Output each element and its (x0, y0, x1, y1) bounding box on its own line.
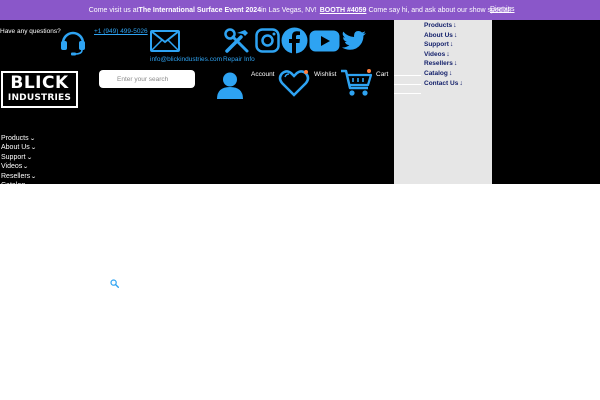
chevron-down-icon: ⌄ (35, 192, 43, 199)
nav-item-label: Videos (1, 163, 23, 171)
arrow-down-icon: ↓ (448, 70, 453, 77)
panel-item-label: About Us (424, 31, 453, 39)
youtube-icon[interactable] (309, 30, 340, 52)
nav-item-resellers[interactable]: Resellers⌄ (1, 172, 42, 181)
nav-item-label: Catalog (1, 181, 26, 189)
panel-item-label: Contact Us (424, 79, 459, 87)
nav-item-label: About Us (1, 144, 30, 152)
nav-item-label: Support (1, 153, 26, 161)
nav-item-label: Resellers (1, 172, 31, 180)
chevron-down-icon: ⌄ (25, 182, 32, 189)
questions-label: Have any questions? (0, 28, 61, 35)
dismiss-link[interactable]: Dismiss (490, 6, 515, 13)
email-link[interactable]: info@blickindustries.com (150, 56, 222, 63)
chevron-down-icon: ⌄ (25, 154, 33, 161)
panel-item-resellers[interactable]: Resellers↓ (424, 60, 457, 67)
nav-item-label: Contact Us (1, 191, 36, 199)
cart-label[interactable]: Cart (376, 71, 388, 78)
search-input[interactable] (99, 70, 195, 88)
arrow-down-icon: ↓ (449, 41, 454, 49)
heart-icon[interactable] (278, 68, 310, 98)
arrow-down-icon: ↓ (453, 60, 458, 68)
divider-line (394, 75, 421, 76)
panel-item-contact-us[interactable]: Contact Us↓ (424, 80, 463, 87)
cart-icon[interactable] (340, 68, 374, 98)
panel-item-products[interactable]: Products↓ (424, 22, 457, 29)
facebook-icon[interactable] (281, 27, 308, 54)
panel-item-catalog[interactable]: Catalog↓ (424, 70, 452, 77)
panel-item-support[interactable]: Support↓ (424, 41, 453, 48)
account-label[interactable]: Account (251, 71, 275, 78)
search-icon[interactable] (110, 275, 119, 293)
nav-item-catalog[interactable]: Catalog⌄ (1, 181, 42, 190)
panel-item-label: Videos (424, 50, 446, 58)
arrow-down-icon: ↓ (446, 50, 450, 58)
repair-info-link[interactable]: Repair Info (223, 56, 255, 63)
main-nav: Products⌄ About Us⌄ Support⌄ Videos⌄ Res… (1, 134, 42, 200)
twitter-icon[interactable] (341, 30, 367, 52)
account-icon[interactable] (215, 70, 245, 100)
announcement-booth: BOOTH #4059 (319, 6, 367, 14)
panel-item-about-us[interactable]: About Us↓ (424, 32, 457, 39)
announcement-text-1: Come visit us at (88, 6, 139, 14)
nav-item-about-us[interactable]: About Us⌄ (1, 143, 42, 152)
nav-item-videos[interactable]: Videos⌄ (1, 162, 42, 171)
chevron-down-icon: ⌄ (28, 136, 36, 142)
nav-item-contact-us[interactable]: Contact Us⌄ (1, 190, 42, 199)
announcement-event: The International Surface Event 2024 (138, 6, 262, 14)
chevron-down-icon: ⌄ (30, 173, 37, 180)
tools-icon[interactable] (223, 27, 251, 55)
arrow-down-icon: ↓ (453, 31, 458, 39)
logo-line-1: BLICK (10, 73, 69, 93)
divider-line (394, 84, 421, 85)
site-header: Have any questions? +1 (949) 499-5026 in… (0, 20, 600, 198)
panel-item-videos[interactable]: Videos↓ (424, 51, 450, 58)
instagram-icon[interactable] (255, 28, 280, 53)
nav-item-support[interactable]: Support⌄ (1, 153, 42, 162)
blick-logo[interactable]: BLICK INDUSTRIES (1, 71, 78, 108)
panel-item-label: Support (424, 41, 449, 49)
email-icon[interactable] (150, 30, 180, 52)
phone-link[interactable]: +1 (949) 499-5026 (94, 28, 148, 35)
divider-line (394, 93, 421, 94)
chevron-down-icon: ⌄ (30, 145, 37, 152)
arrow-down-icon: ↓ (459, 79, 463, 87)
wishlist-label[interactable]: Wishlist (314, 71, 336, 78)
arrow-down-icon: ↓ (453, 22, 457, 29)
panel-item-label: Products (424, 22, 453, 29)
nav-item-label: Products (1, 135, 29, 142)
logo-line-2: INDUSTRIES (7, 93, 72, 103)
panel-item-label: Resellers (424, 60, 453, 68)
nav-item-products[interactable]: Products⌄ (1, 134, 42, 143)
mobile-menu-panel: Products↓ About Us↓ Support↓ Videos↓ Res… (394, 20, 492, 184)
headset-icon (58, 27, 88, 57)
announcement-bar: Come visit us at The International Surfa… (0, 0, 600, 20)
chevron-down-icon: ⌄ (22, 164, 30, 171)
panel-item-label: Catalog (424, 70, 448, 77)
announcement-text-2: in Las Vegas, NV! (261, 6, 317, 14)
